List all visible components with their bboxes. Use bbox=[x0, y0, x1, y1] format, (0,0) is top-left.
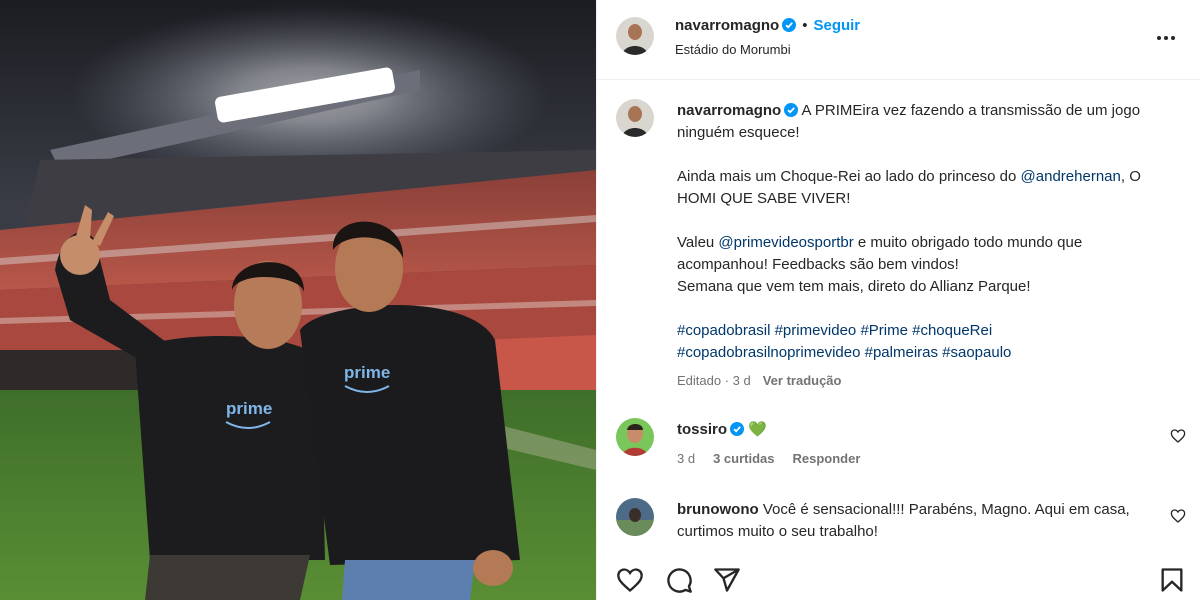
hashtags-line-1[interactable]: #copadobrasil #primevideo #Prime #choque… bbox=[677, 320, 1177, 342]
caption-paragraph-2: Ainda mais um Choque-Rei ao lado do prin… bbox=[677, 166, 1177, 210]
post-location[interactable]: Estádio do Morumbi bbox=[675, 42, 791, 57]
post-photo[interactable]: prime prime bbox=[0, 0, 596, 600]
post-actions-bar bbox=[597, 560, 1200, 600]
caption-text: Ainda mais um Choque-Rei ao lado do prin… bbox=[677, 168, 1021, 185]
stadium-photo: prime prime bbox=[0, 0, 596, 600]
separator-dot: • bbox=[802, 17, 808, 34]
verified-badge-icon bbox=[784, 103, 799, 117]
header-title-row: navarromagno • Seguir bbox=[675, 17, 860, 35]
comment-body: tossiro 💚 bbox=[677, 419, 1147, 441]
comment-time: 3 d bbox=[677, 451, 696, 466]
caption-avatar[interactable] bbox=[616, 99, 654, 137]
save-icon[interactable] bbox=[1158, 566, 1186, 594]
author-avatar[interactable] bbox=[616, 17, 654, 55]
caption-first-paragraph: navarromagno A PRIMEira vez fazendo a tr… bbox=[677, 100, 1177, 144]
post-header: navarromagno • Seguir Estádio do Morumbi bbox=[597, 0, 1200, 80]
comment-username[interactable]: tossiro bbox=[677, 421, 727, 438]
more-options-icon[interactable] bbox=[1154, 26, 1178, 50]
comment-likes[interactable]: 3 curtidas bbox=[713, 451, 774, 466]
caption-line-4: Semana que vem tem mais, direto do Allia… bbox=[677, 278, 1031, 295]
comment-like-icon[interactable] bbox=[1170, 428, 1186, 444]
follow-button[interactable]: Seguir bbox=[813, 17, 860, 34]
verified-badge-icon bbox=[782, 18, 797, 32]
caption-username[interactable]: navarromagno bbox=[677, 102, 781, 119]
svg-text:prime: prime bbox=[226, 399, 272, 418]
caption-meta: Editado · 3 d Ver tradução bbox=[677, 370, 1177, 392]
mention-andrehernan[interactable]: @andrehernan bbox=[1021, 168, 1121, 185]
caption-text: Valeu bbox=[677, 234, 719, 251]
edited-timestamp: Editado · 3 d bbox=[677, 373, 751, 388]
comment-meta: 3 d 3 curtidas Responder bbox=[677, 451, 878, 466]
comment-item: tossiro 💚 3 d 3 curtidas Responder bbox=[597, 416, 1200, 486]
commenter-avatar[interactable] bbox=[616, 418, 654, 456]
share-icon[interactable] bbox=[713, 566, 741, 594]
hashtags-line-2[interactable]: #copadobrasilnoprimevideo #palmeiras #sa… bbox=[677, 342, 1177, 364]
verified-badge-icon bbox=[730, 422, 745, 436]
post-side-panel: navarromagno • Seguir Estádio do Morumbi n… bbox=[597, 0, 1200, 600]
reply-button[interactable]: Responder bbox=[793, 451, 861, 466]
commenter-avatar[interactable] bbox=[616, 498, 654, 536]
heart-icon[interactable] bbox=[616, 566, 644, 594]
comment-item: brunowono Você é sensacional!!! Parabéns… bbox=[597, 496, 1200, 551]
comment-text: 💚 bbox=[748, 421, 767, 438]
comment-like-icon[interactable] bbox=[1170, 508, 1186, 524]
comment-username[interactable]: brunowono bbox=[677, 501, 759, 518]
caption-paragraph-3: Valeu @primevideosportbr e muito obrigad… bbox=[677, 232, 1177, 276]
author-username[interactable]: navarromagno bbox=[675, 17, 779, 34]
mention-primevideosportbr[interactable]: @primevideosportbr bbox=[718, 234, 853, 251]
see-translation-button[interactable]: Ver tradução bbox=[763, 373, 842, 388]
comment-icon[interactable] bbox=[665, 566, 693, 594]
svg-text:prime: prime bbox=[344, 363, 390, 382]
post-caption: navarromagno A PRIMEira vez fazendo a tr… bbox=[677, 100, 1177, 392]
comment-body: brunowono Você é sensacional!!! Parabéns… bbox=[677, 499, 1147, 543]
